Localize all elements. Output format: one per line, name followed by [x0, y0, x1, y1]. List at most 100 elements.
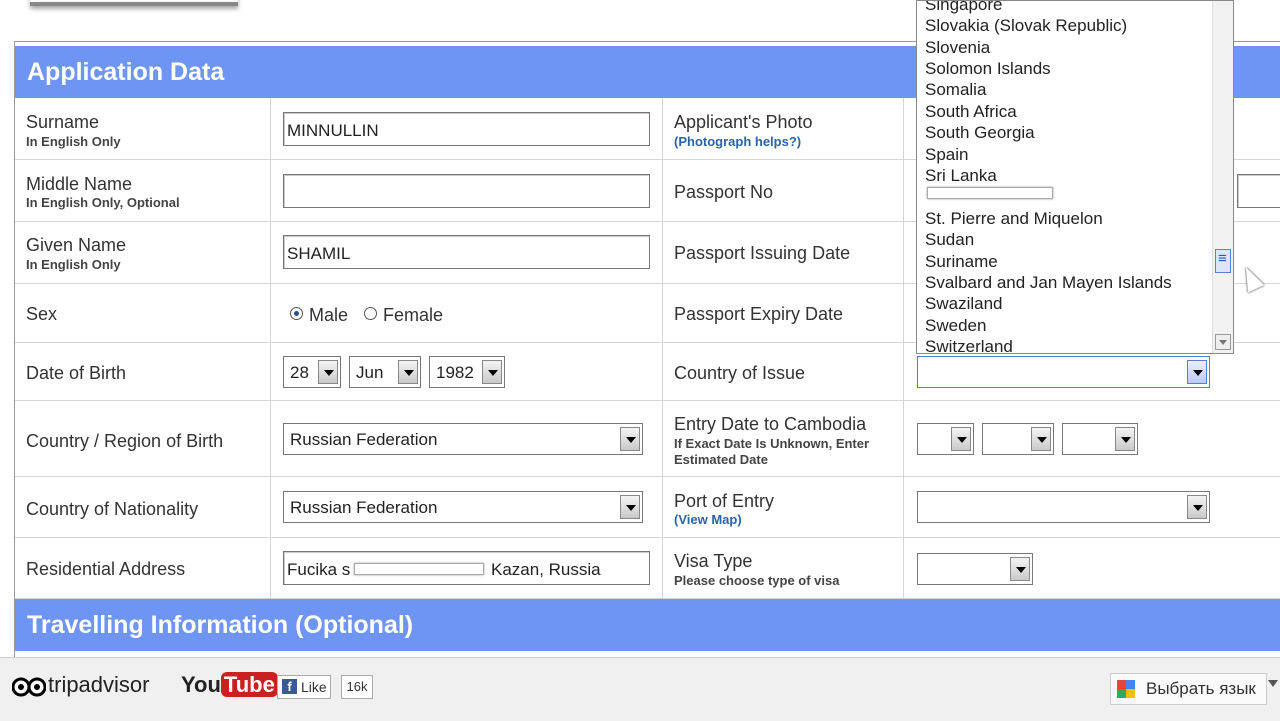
- entry-day-select[interactable]: [917, 423, 974, 455]
- youtube-logo[interactable]: You Tube: [181, 672, 278, 700]
- address-suffix: Kazan, Russia: [491, 560, 601, 579]
- list-item[interactable]: Sri Lanka: [925, 166, 997, 186]
- translate-language-button[interactable]: Выбрать язык: [1110, 673, 1267, 705]
- photo-label: Applicant's Photo: [674, 112, 813, 132]
- youtube-tube: Tube: [220, 672, 278, 697]
- passport-no-input[interactable]: [1237, 174, 1280, 208]
- list-item[interactable]: Slovakia (Slovak Republic): [925, 16, 1127, 36]
- surname-hint: In English Only: [26, 134, 121, 149]
- list-item[interactable]: Switzerland: [925, 337, 1013, 353]
- travelling-info-title: Travelling Information (Optional): [27, 611, 414, 639]
- sex-label: Sex: [26, 304, 58, 324]
- dob-year-value: 1982: [436, 363, 474, 382]
- country-birth-label: Country / Region of Birth: [26, 431, 224, 451]
- application-data-title: Application Data: [27, 58, 225, 86]
- dropdown-scrollbar[interactable]: [1212, 1, 1233, 353]
- visa-type-select[interactable]: [917, 553, 1033, 585]
- redacted-text: [354, 563, 484, 575]
- nationality-label: Country of Nationality: [26, 499, 199, 519]
- redacted-text: [927, 187, 1053, 199]
- translate-label: Выбрать язык: [1146, 679, 1256, 698]
- tripadvisor-logo[interactable]: tripadvisor: [11, 672, 149, 703]
- entry-year-select[interactable]: [1062, 423, 1138, 455]
- footer-bar: tripadvisor You Tube f Like 16k Выбрать я…: [0, 657, 1280, 721]
- chevron-down-icon[interactable]: [1010, 557, 1030, 581]
- facebook-like-label: Like: [301, 679, 327, 695]
- list-item[interactable]: Swaziland: [925, 294, 1003, 314]
- like-count: 16k: [341, 675, 373, 699]
- scroll-down-arrow-icon[interactable]: [1215, 334, 1231, 350]
- passport-expiry-label: Passport Expiry Date: [674, 304, 844, 324]
- dob-label: Date of Birth: [26, 363, 127, 383]
- port-entry-select[interactable]: [917, 491, 1210, 523]
- list-item[interactable]: South Georgia: [925, 123, 1035, 143]
- chevron-down-icon[interactable]: [1031, 427, 1051, 451]
- country-issue-select[interactable]: [917, 356, 1210, 388]
- entry-date-hint: If Exact Date Is Unknown, Enter: [674, 436, 870, 451]
- middle-name-hint: In English Only, Optional: [26, 195, 180, 210]
- owl-icon: [11, 677, 47, 697]
- list-item[interactable]: Svalbard and Jan Mayen Islands: [925, 273, 1172, 293]
- sex-male-radio[interactable]: [290, 307, 303, 320]
- nationality-value: Russian Federation: [290, 498, 438, 517]
- chevron-down-icon[interactable]: [620, 427, 640, 451]
- list-item[interactable]: South Africa: [925, 102, 1017, 122]
- address-prefix: Fucika s: [287, 560, 351, 579]
- country-issue-dropdown-list[interactable]: Singapore Slovakia (Slovak Republic) Slo…: [916, 0, 1234, 354]
- sex-female-radio[interactable]: [364, 307, 377, 320]
- given-name-input[interactable]: SHAMIL: [283, 235, 650, 269]
- dob-month-value: Jun: [356, 363, 384, 382]
- chevron-down-icon[interactable]: [1187, 360, 1207, 384]
- given-name-label: Given Name: [26, 235, 127, 255]
- country-issue-label: Country of Issue: [674, 363, 806, 383]
- list-item[interactable]: Spain: [925, 145, 968, 165]
- header-image-edge: [30, 0, 238, 6]
- passport-no-label: Passport No: [674, 182, 774, 202]
- surname-label: Surname: [26, 112, 100, 132]
- port-entry-label: Port of Entry: [674, 491, 775, 511]
- facebook-icon: f: [282, 679, 297, 694]
- dob-year-select[interactable]: 1982: [429, 356, 505, 388]
- entry-month-select[interactable]: [982, 423, 1054, 455]
- chevron-down-icon[interactable]: [1187, 495, 1207, 519]
- youtube-you: You: [181, 672, 221, 697]
- chevron-down-icon[interactable]: [620, 495, 640, 519]
- list-item[interactable]: Somalia: [925, 80, 986, 100]
- given-name-hint: In English Only: [26, 257, 121, 272]
- chevron-down-icon[interactable]: [398, 360, 418, 384]
- visa-type-label: Visa Type: [674, 551, 753, 571]
- list-item[interactable]: Sweden: [925, 316, 986, 336]
- google-translate-icon: [1117, 680, 1135, 698]
- list-item[interactable]: Singapore: [925, 1, 1003, 15]
- dob-day-value: 28: [290, 363, 309, 382]
- list-item[interactable]: Sudan: [925, 230, 974, 250]
- surname-input[interactable]: MINNULLIN: [283, 112, 650, 146]
- scrollbar-thumb[interactable]: [1215, 249, 1231, 273]
- address-input[interactable]: Fucika s Kazan, Russia: [283, 551, 650, 585]
- photo-help-link[interactable]: (Photograph helps?): [674, 134, 801, 149]
- chevron-down-icon[interactable]: [951, 427, 971, 451]
- dob-month-select[interactable]: Jun: [349, 356, 421, 388]
- country-birth-select[interactable]: Russian Federation: [283, 423, 643, 455]
- dob-day-select[interactable]: 28: [283, 356, 341, 388]
- address-label: Residential Address: [26, 559, 186, 579]
- facebook-like-button[interactable]: f Like: [277, 675, 331, 699]
- chevron-down-icon[interactable]: [318, 360, 338, 384]
- middle-name-label: Middle Name: [26, 174, 133, 194]
- chevron-down-icon[interactable]: [482, 360, 502, 384]
- entry-date-hint-2: Estimated Date: [674, 452, 768, 467]
- list-item[interactable]: St. Pierre and Miquelon: [925, 209, 1103, 229]
- list-item[interactable]: Solomon Islands: [925, 59, 1051, 79]
- chevron-down-icon[interactable]: [1268, 680, 1278, 687]
- list-item[interactable]: Slovenia: [925, 38, 990, 58]
- visa-type-hint: Please choose type of visa: [674, 573, 840, 588]
- middle-name-input[interactable]: [283, 174, 650, 208]
- sex-female-label: Female: [383, 305, 444, 325]
- chevron-down-icon[interactable]: [1115, 427, 1135, 451]
- passport-issuing-label: Passport Issuing Date: [674, 243, 851, 263]
- list-item[interactable]: Suriname: [925, 252, 998, 272]
- view-map-link[interactable]: (View Map): [674, 512, 742, 527]
- country-birth-value: Russian Federation: [290, 430, 438, 449]
- tripadvisor-text: tripadvisor: [48, 672, 150, 697]
- nationality-select[interactable]: Russian Federation: [283, 491, 643, 523]
